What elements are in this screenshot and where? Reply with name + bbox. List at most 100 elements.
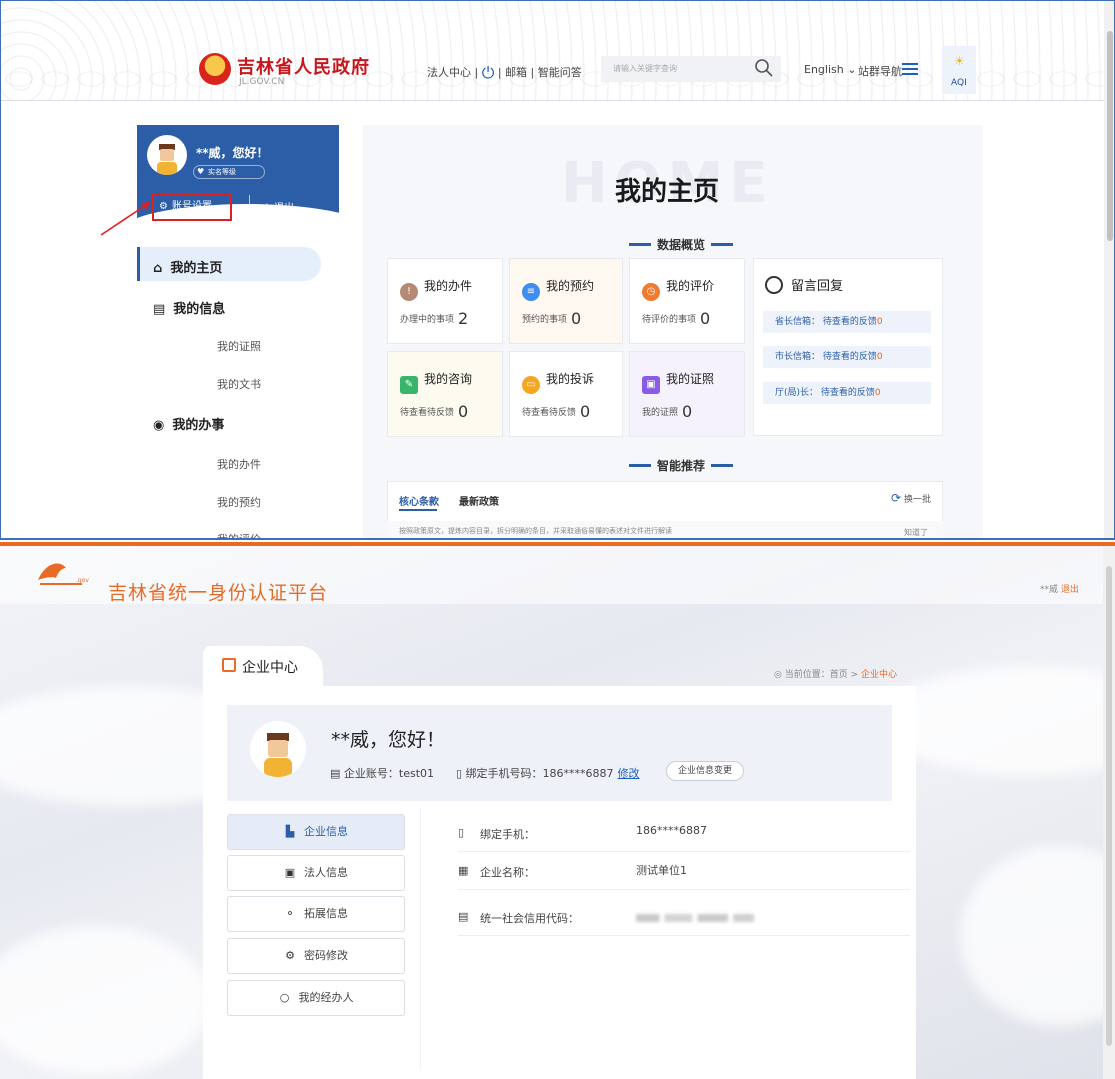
modify-phone-link[interactable]: 修改: [618, 767, 640, 780]
tab-latest-policy[interactable]: 最新政策: [459, 493, 499, 508]
logout-button[interactable]: ⏻ 退出: [263, 199, 294, 214]
building-icon: [222, 658, 236, 672]
sidebar-item-affairs[interactable]: ◉ 我的办事: [153, 414, 224, 433]
link-legal-center[interactable]: 法人中心: [427, 66, 471, 79]
gov-emblem-icon[interactable]: [199, 53, 231, 85]
refresh-icon: ⟳: [891, 491, 902, 505]
site-nav-link[interactable]: 站群导航: [858, 63, 902, 79]
gov-domain: JL.GOV.CN: [239, 77, 285, 87]
user-status: **威 退出: [1040, 582, 1079, 595]
sidebar-item-cases[interactable]: 我的办件: [217, 456, 261, 472]
recommendation-hint: 按照政策原文，提炼内容目录，拆分明确的条目，并采取通俗易懂的表述对文件进行解读: [387, 521, 943, 538]
tab-core-terms[interactable]: 核心条款: [399, 493, 439, 508]
account-settings-button[interactable]: 账号设置: [152, 193, 232, 221]
message-row-mayor[interactable]: 市长信箱： 待查看的反馈0: [763, 346, 931, 368]
sidebar-item-reviews[interactable]: 我的评价: [217, 531, 261, 538]
sidebar-item-documents[interactable]: 我的文书: [217, 376, 261, 392]
scrollbar[interactable]: [1104, 1, 1114, 538]
link-mailbox[interactable]: 邮箱: [505, 66, 527, 79]
enterprise-info-change-button[interactable]: 企业信息变更: [666, 761, 744, 781]
lock-gear-icon: ⚙: [285, 949, 295, 962]
logout-link[interactable]: 退出: [1061, 585, 1079, 595]
power-icon[interactable]: ⏻: [482, 63, 495, 82]
message-row-governor[interactable]: 省长信箱： 待查看的反馈0: [763, 311, 931, 333]
info-row-phone: ▯ 绑定手机： 186****6887: [458, 816, 910, 852]
alert-circle-icon: !: [400, 283, 418, 301]
side-item-extended-info[interactable]: ⚬ 拓展信息: [227, 896, 405, 932]
card-my-cases[interactable]: ! 我的办件 办理中的事项 2: [387, 258, 503, 344]
language-select[interactable]: English ⌄: [804, 63, 856, 76]
id-card-icon: ▤: [153, 302, 166, 317]
search-icon[interactable]: [753, 57, 775, 79]
refresh-button[interactable]: ⟳ 换一批: [891, 491, 931, 505]
divider: [249, 195, 250, 217]
gov-site-name[interactable]: 吉林省人民政府: [237, 53, 370, 79]
card-my-appointments[interactable]: ≡ 我的预约 预约的事项 0: [509, 258, 623, 344]
greeting-panel: [227, 705, 892, 801]
page-title: 我的主页: [615, 177, 720, 207]
card-my-reviews[interactable]: ◷ 我的评价 待评价的事项 0: [629, 258, 745, 344]
side-item-legal-person[interactable]: ▣ 法人信息: [227, 855, 405, 891]
bottom-screenshot: .gov 吉林省统一身份认证平台 **威 退出 企业中心 ◎ 当前位置：首页 >…: [0, 542, 1115, 1079]
link-smart-qa[interactable]: 智能问答: [538, 66, 582, 79]
message-row-director[interactable]: 厅(局)长： 待查看的反馈0: [763, 382, 931, 404]
top-screenshot: 吉林省人民政府 JL.GOV.CN 法人中心 | ⏻ | 邮箱 | 智能问答 请…: [0, 0, 1115, 540]
section-title-recommendations: 智能推荐: [623, 457, 739, 474]
compass-icon: ◉: [153, 418, 165, 433]
chat-icon: ▭: [522, 376, 540, 394]
user-greeting: **威，您好！: [331, 729, 446, 751]
user-cycle-icon: ○: [279, 991, 290, 1004]
id-card-icon: ▤: [458, 910, 469, 923]
clock-icon: ◷: [642, 283, 660, 301]
sidebar-item-home[interactable]: ⌂ 我的主页: [153, 257, 222, 276]
sidebar-item-appointments[interactable]: 我的预约: [217, 494, 261, 510]
share-icon: ⚬: [285, 907, 295, 920]
list-icon: ≡: [522, 283, 540, 301]
breadcrumb-home[interactable]: 首页: [830, 670, 848, 680]
platform-title: 吉林省统一身份认证平台: [108, 582, 329, 604]
card-my-licenses[interactable]: ▣ 我的证照 我的证照 0: [629, 351, 745, 437]
credit-code-redacted: [636, 914, 754, 922]
location-icon: ◎: [774, 670, 782, 680]
platform-logo-icon[interactable]: .gov: [36, 558, 92, 592]
enterprise-account: ▤ 企业账号：test01: [330, 767, 435, 780]
message-icon: [765, 276, 783, 294]
scrollbar[interactable]: [1103, 546, 1115, 1079]
user-name: **威: [1040, 585, 1059, 595]
avatar: [250, 721, 306, 777]
top-links: 法人中心 | ⏻ | 邮箱 | 智能问答: [427, 63, 582, 82]
side-item-enterprise-info[interactable]: ▙ 企业信息: [227, 814, 405, 850]
building-icon: ▙: [285, 825, 295, 838]
breadcrumb-current: 企业中心: [861, 670, 898, 680]
aqi-widget[interactable]: ☀ AQI: [942, 46, 976, 94]
sun-icon: ☀: [954, 54, 965, 68]
tab-active-indicator: [399, 509, 437, 511]
menu-icon[interactable]: [902, 63, 918, 75]
tab-enterprise-center-label: 企业中心: [242, 660, 298, 676]
building-icon: ▦: [458, 864, 469, 877]
id-card-icon: ▣: [642, 376, 660, 394]
id-card-icon: ▣: [284, 866, 296, 879]
divider: [420, 808, 421, 1068]
side-item-password[interactable]: ⚙ 密码修改: [227, 938, 405, 974]
got-it-button[interactable]: 知道了: [904, 527, 928, 538]
realname-level-badge[interactable]: 实名等级: [193, 165, 265, 179]
id-card-icon: ▤: [330, 767, 341, 780]
side-item-my-agents[interactable]: ○ 我的经办人: [227, 980, 405, 1016]
edit-icon: ✎: [400, 376, 418, 394]
power-icon: ⏻: [263, 203, 271, 214]
annotation-arrow-icon: [100, 201, 151, 236]
sidebar-item-info[interactable]: ▤ 我的信息: [153, 298, 225, 317]
phone-icon: ▯: [456, 767, 463, 780]
search-placeholder: 请输入关键字查询: [613, 64, 677, 73]
info-row-company-name: ▦ 企业名称： 测试单位1: [458, 854, 910, 890]
home-icon: ⌂: [153, 261, 163, 276]
message-reply-title: 留言回复: [765, 275, 843, 294]
section-title-overview: 数据概览: [623, 236, 739, 253]
card-my-consults[interactable]: ✎ 我的咨询 待查看待反馈 0: [387, 351, 503, 437]
card-my-complaints[interactable]: ▭ 我的投诉 待查看待反馈 0: [509, 351, 623, 437]
aqi-label: AQI: [951, 78, 967, 88]
sidebar-item-licenses[interactable]: 我的证照: [217, 338, 261, 354]
svg-text:.gov: .gov: [76, 577, 89, 584]
phone-icon: ▯: [458, 826, 465, 839]
